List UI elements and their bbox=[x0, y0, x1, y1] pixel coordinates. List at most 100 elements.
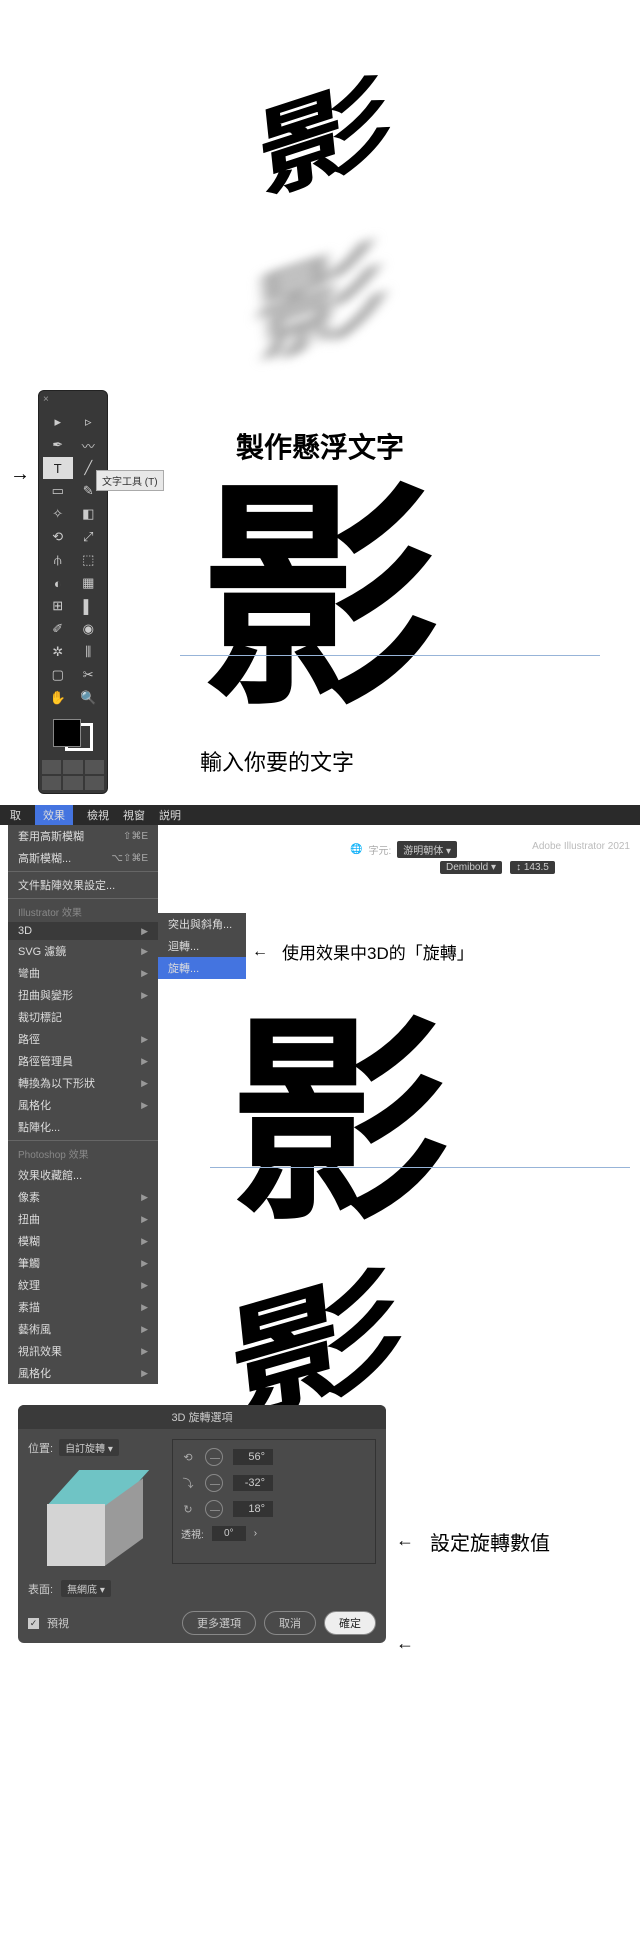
menu-header-ps: Photoshop 效果 bbox=[8, 1143, 158, 1164]
step-caption: 輸入你要的文字 bbox=[200, 745, 354, 777]
globe-icon[interactable]: 🌐 bbox=[350, 844, 362, 855]
font-size-dropdown[interactable]: ↕ 143.5 bbox=[510, 861, 555, 874]
gradient-mode[interactable] bbox=[63, 760, 82, 774]
fill-swatch[interactable] bbox=[53, 719, 81, 747]
axis-x-icon: ⟲ bbox=[181, 1451, 195, 1464]
menu-help[interactable]: 説明 bbox=[159, 807, 181, 823]
section-effect-menu: 取 效果 檢視 視窗 説明 Adobe Illustrator 2021 🌐 字… bbox=[0, 805, 640, 1195]
menu-window[interactable]: 視窗 bbox=[123, 807, 145, 823]
panel-header: × bbox=[39, 391, 107, 407]
surface-dropdown[interactable]: 無網底 ▾ bbox=[61, 1580, 111, 1597]
width-tool[interactable]: ⫛ bbox=[43, 549, 73, 571]
submenu-extrude[interactable]: 突出與斜角... bbox=[158, 913, 246, 935]
menu-view[interactable]: 檢視 bbox=[87, 807, 109, 823]
demo-char-3d: 影 bbox=[250, 41, 390, 221]
gradient-tool[interactable]: ▌ bbox=[74, 595, 104, 617]
menu-apply-blur[interactable]: 套用高斯模糊⇧⌘E bbox=[8, 825, 158, 847]
edit-toolbar[interactable] bbox=[63, 776, 82, 790]
section-type-tool: → × ▸ ▹ ✒ 〰 T ╱ ▭ ✎ ✧ ◧ ⟲ ⤢ ⫛ ⬚ ◐ ▦ ⊞ ▌ … bbox=[0, 375, 640, 805]
rotation-cube-preview[interactable] bbox=[33, 1464, 143, 1564]
menu-convert-shape[interactable]: 轉換為以下形狀▶ bbox=[8, 1072, 158, 1094]
mesh-tool[interactable]: ⊞ bbox=[43, 595, 73, 617]
hand-tool[interactable]: ✋ bbox=[43, 687, 73, 709]
rot-y-dial[interactable] bbox=[205, 1474, 223, 1492]
menu-gallery[interactable]: 效果收藏館... bbox=[8, 1164, 158, 1186]
position-label: 位置: bbox=[28, 1440, 53, 1456]
more-options-button[interactable]: 更多選項 bbox=[182, 1611, 256, 1635]
menu-effect[interactable]: 效果 bbox=[35, 805, 73, 825]
tool-grid: ▸ ▹ ✒ 〰 T ╱ ▭ ✎ ✧ ◧ ⟲ ⤢ ⫛ ⬚ ◐ ▦ ⊞ ▌ ✐ ◉ … bbox=[39, 407, 107, 713]
type-tool-tooltip: 文字工具 (T) bbox=[96, 470, 164, 491]
rot-z-dial[interactable] bbox=[205, 1500, 223, 1518]
shape-builder-tool[interactable]: ◐ bbox=[43, 572, 73, 594]
curvature-tool[interactable]: 〰 bbox=[74, 434, 104, 456]
screen-mode[interactable] bbox=[42, 776, 61, 790]
scale-tool[interactable]: ⤢ bbox=[74, 526, 104, 548]
cancel-button[interactable]: 取消 bbox=[264, 1611, 316, 1635]
font-family-dropdown[interactable]: 游明朝体 ▾ bbox=[397, 841, 457, 858]
menu-raster-settings[interactable]: 文件點陣效果設定... bbox=[8, 874, 158, 896]
rectangle-tool[interactable]: ▭ bbox=[43, 480, 73, 502]
surface-label: 表面: bbox=[28, 1581, 53, 1597]
menu-warp[interactable]: 彎曲▶ bbox=[8, 962, 158, 984]
menu-svg-filter[interactable]: SVG 濾鏡▶ bbox=[8, 940, 158, 962]
arrow-indicator-icon: → bbox=[10, 463, 30, 486]
app-title: Adobe Illustrator 2021 bbox=[532, 841, 630, 852]
ok-button[interactable]: 確定 bbox=[324, 1611, 376, 1635]
menu-header-ai: Illustrator 效果 bbox=[8, 901, 158, 922]
perspective-field[interactable]: 0° bbox=[212, 1526, 246, 1541]
symbol-sprayer-tool[interactable]: ✲ bbox=[43, 641, 73, 663]
section-demo: 影 影 製作懸浮文字 bbox=[0, 0, 640, 375]
preview-label: 預視 bbox=[47, 1615, 69, 1631]
chevron-right-icon[interactable]: › bbox=[254, 1528, 257, 1539]
menu-pathfinder[interactable]: 路徑管理員▶ bbox=[8, 1050, 158, 1072]
free-transform-tool[interactable]: ⬚ bbox=[74, 549, 104, 571]
menu-bar: 取 效果 檢視 視窗 説明 bbox=[0, 805, 640, 825]
rot-z-field[interactable]: 18° bbox=[233, 1501, 273, 1517]
rot-y-field[interactable]: -32° bbox=[233, 1475, 273, 1491]
menu-stylize-ai[interactable]: 風格化▶ bbox=[8, 1094, 158, 1116]
rotate-tool[interactable]: ⟲ bbox=[43, 526, 73, 548]
color-mode[interactable] bbox=[42, 760, 61, 774]
rot-x-dial[interactable] bbox=[205, 1448, 223, 1466]
section-rotate-dialog: 影 3D 旋轉選項 位置: 自訂旋轉 ▾ ⟲ 56° bbox=[0, 1195, 640, 1675]
menu-3d[interactable]: 3D▶ bbox=[8, 922, 158, 940]
pen-tool[interactable]: ✒ bbox=[43, 434, 73, 456]
position-dropdown[interactable]: 自訂旋轉 ▾ bbox=[59, 1439, 119, 1456]
eraser-tool[interactable]: ◧ bbox=[74, 503, 104, 525]
text-baseline bbox=[180, 655, 600, 656]
font-weight-dropdown[interactable]: Demibold ▾ bbox=[440, 861, 502, 874]
none-mode[interactable] bbox=[85, 760, 104, 774]
canvas-text[interactable]: 影 bbox=[200, 405, 440, 752]
step-note: 設定旋轉數值 bbox=[430, 1527, 550, 1556]
menu-take[interactable]: 取 bbox=[10, 807, 21, 823]
artboard-tool[interactable]: ▢ bbox=[43, 664, 73, 686]
perspective-label: 透視: bbox=[181, 1526, 204, 1541]
graph-tool[interactable]: ⫼ bbox=[74, 641, 104, 663]
arrow-indicator-icon: ← bbox=[396, 1633, 414, 1654]
dots-icon[interactable] bbox=[85, 776, 104, 790]
close-icon[interactable]: × bbox=[43, 394, 49, 405]
menu-crop-marks[interactable]: 裁切標記 bbox=[8, 1006, 158, 1028]
arrow-indicator-icon: ← bbox=[396, 1530, 414, 1551]
direct-selection-tool[interactable]: ▹ bbox=[74, 411, 104, 433]
eyedropper-tool[interactable]: ✐ bbox=[43, 618, 73, 640]
type-tool[interactable]: T bbox=[43, 457, 73, 479]
slice-tool[interactable]: ✂ bbox=[74, 664, 104, 686]
menu-rasterize[interactable]: 點陣化... bbox=[8, 1116, 158, 1138]
zoom-tool[interactable]: 🔍 bbox=[74, 687, 104, 709]
menu-distort[interactable]: 扭曲與變形▶ bbox=[8, 984, 158, 1006]
preview-checkbox[interactable]: ✓ bbox=[28, 1618, 39, 1629]
rotate-3d-dialog: 3D 旋轉選項 位置: 自訂旋轉 ▾ ⟲ 56° bbox=[18, 1405, 386, 1643]
perspective-tool[interactable]: ▦ bbox=[74, 572, 104, 594]
char-label: 字元: bbox=[368, 842, 391, 857]
text-baseline bbox=[210, 1167, 630, 1168]
menu-gaussian-blur[interactable]: 高斯模糊...⌥⇧⌘E bbox=[8, 847, 158, 869]
shaper-tool[interactable]: ✧ bbox=[43, 503, 73, 525]
selection-tool[interactable]: ▸ bbox=[43, 411, 73, 433]
blend-tool[interactable]: ◉ bbox=[74, 618, 104, 640]
color-swatch[interactable] bbox=[53, 719, 93, 751]
tools-panel: × ▸ ▹ ✒ 〰 T ╱ ▭ ✎ ✧ ◧ ⟲ ⤢ ⫛ ⬚ ◐ ▦ ⊞ ▌ ✐ … bbox=[38, 390, 108, 794]
menu-path[interactable]: 路徑▶ bbox=[8, 1028, 158, 1050]
rot-x-field[interactable]: 56° bbox=[233, 1449, 273, 1465]
